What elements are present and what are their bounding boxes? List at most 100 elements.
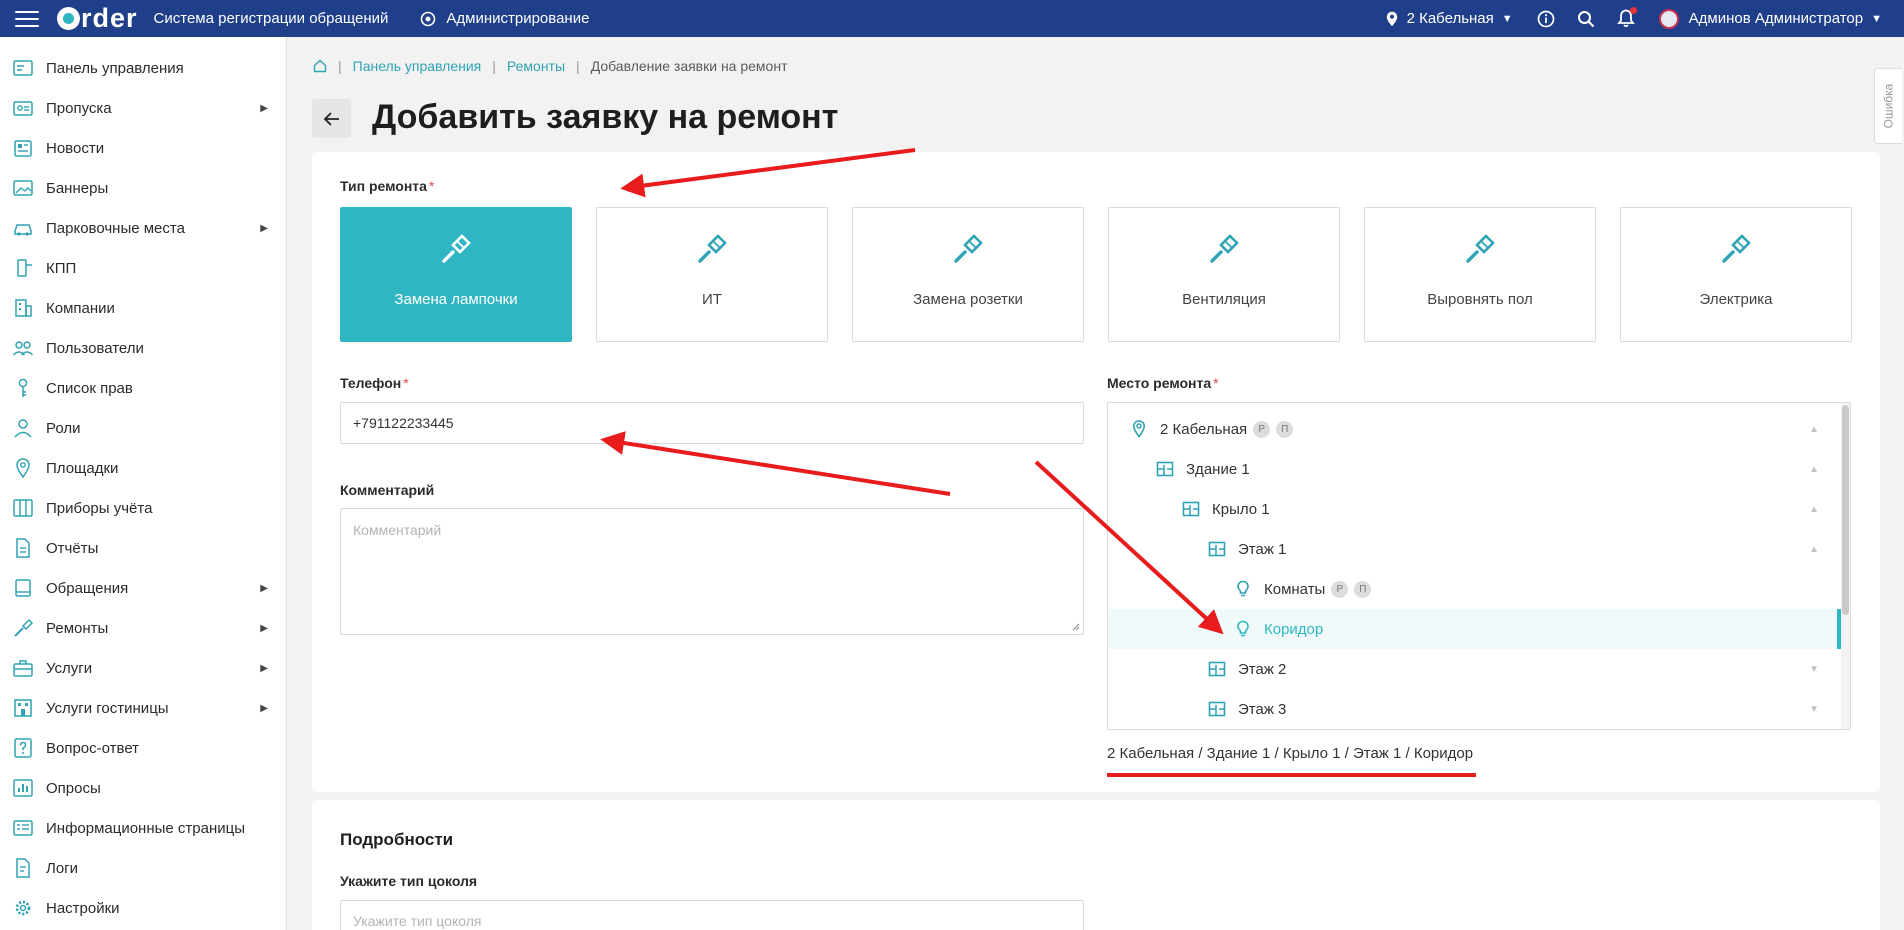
sidebar-item[interactable]: КПП xyxy=(0,248,286,288)
sidebar-item[interactable]: Площадки xyxy=(0,448,286,488)
sidebar-item[interactable]: Настройки xyxy=(0,888,286,928)
breadcrumb-dashboard[interactable]: Панель управления xyxy=(353,58,482,74)
administration-label: Администрирование xyxy=(446,10,590,27)
poll-icon xyxy=(12,777,34,799)
collapse-arrow-icon[interactable]: ▲ xyxy=(1809,464,1819,475)
info-icon[interactable] xyxy=(1537,10,1555,28)
back-button[interactable] xyxy=(312,99,351,138)
comment-label: Комментарий xyxy=(340,482,434,498)
lightbulb-icon xyxy=(1234,580,1252,598)
required-mark: * xyxy=(428,178,435,194)
sidebar-item[interactable]: Новости xyxy=(0,128,286,168)
meter-icon xyxy=(12,497,34,519)
repair-type-tile[interactable]: Вентиляция xyxy=(1108,207,1340,342)
tree-node[interactable]: Комнаты Р П xyxy=(1108,569,1841,609)
question-icon xyxy=(12,737,34,759)
expand-arrow-icon[interactable]: ▼ xyxy=(1809,704,1819,715)
administration-link[interactable]: Администрирование xyxy=(420,10,589,27)
repair-type-label: Вентиляция xyxy=(1182,291,1266,308)
phone-input[interactable]: +791122233445 xyxy=(340,402,1084,444)
sidebar-item[interactable]: Пользователи xyxy=(0,328,286,368)
tree-scroll-thumb[interactable] xyxy=(1842,405,1849,615)
tree-node[interactable]: Здание 1 ▲ xyxy=(1108,449,1841,489)
sidebar-item[interactable]: Услуги ▶ xyxy=(0,648,286,688)
checkpoint-icon xyxy=(12,257,34,279)
sidebar-item-label: Информационные страницы xyxy=(46,819,246,837)
collapse-arrow-icon[interactable]: ▲ xyxy=(1809,504,1819,515)
repair-type-tile[interactable]: Замена лампочки xyxy=(340,207,572,342)
tree-badge: Р xyxy=(1253,420,1271,438)
screwdriver-icon xyxy=(12,617,34,639)
error-tab-label: Ошибка xyxy=(1881,83,1896,129)
breadcrumb: | Панель управления | Ремонты | Добавлен… xyxy=(313,58,788,74)
collapse-arrow-icon[interactable]: ▲ xyxy=(1809,544,1819,555)
home-icon[interactable] xyxy=(313,59,327,73)
sidebar-item[interactable]: Вопрос-ответ xyxy=(0,728,286,768)
sidebar-item[interactable]: Логи xyxy=(0,848,286,888)
tree-node[interactable]: 2 Кабельная Р П ▲ xyxy=(1108,409,1841,449)
logo[interactable]: rder xyxy=(57,3,138,34)
sidebar-item[interactable]: Компании xyxy=(0,288,286,328)
pass-card-icon xyxy=(12,97,34,119)
expand-arrow-icon[interactable]: ▼ xyxy=(1809,664,1819,675)
sidebar-item-label: Компании xyxy=(46,299,115,317)
search-icon[interactable] xyxy=(1577,10,1595,28)
briefcase-icon xyxy=(12,657,34,679)
repair-type-tile[interactable]: ИТ xyxy=(596,207,828,342)
tree-node-label: Здание 1 xyxy=(1186,460,1250,478)
app-title: Система регистрации обращений xyxy=(153,10,389,27)
tree-scrollbar[interactable] xyxy=(1841,403,1850,729)
user-icon xyxy=(12,417,34,439)
settings-icon xyxy=(421,11,436,26)
screwdriver-icon xyxy=(692,230,732,270)
repair-form-card: Тип ремонта * Замена лампочки ИТ Замена роз… xyxy=(312,152,1880,792)
collapse-arrow-icon[interactable]: ▲ xyxy=(1809,424,1819,435)
repair-type-list: Замена лампочки ИТ Замена розетки Вентиляци… xyxy=(340,207,1852,342)
socket-type-input[interactable]: Укажите тип цоколя xyxy=(340,900,1084,930)
sidebar-item[interactable]: Информационные страницы xyxy=(0,808,286,848)
comment-textarea[interactable]: Комментарий xyxy=(340,508,1084,635)
tree-node[interactable]: Крыло 1 ▲ xyxy=(1108,489,1841,529)
sidebar-item[interactable]: Опросы xyxy=(0,768,286,808)
repair-type-tile[interactable]: Электрика xyxy=(1620,207,1852,342)
sidebar-item[interactable]: Приборы учёта xyxy=(0,488,286,528)
tree-node[interactable]: Этаж 3 ▼ xyxy=(1108,689,1841,729)
phone-label-text: Телефон xyxy=(340,375,402,391)
tree-node[interactable]: Этаж 2 ▼ xyxy=(1108,649,1841,689)
sidebar-item[interactable]: Баннеры xyxy=(0,168,286,208)
location-tree: 2 Кабельная Р П ▲ Здание 1 ▲ Крыло 1 ▲ Этаж 1 ▲ Ко… xyxy=(1107,402,1851,730)
sidebar-item[interactable]: Роли xyxy=(0,408,286,448)
menu-icon[interactable] xyxy=(15,10,39,27)
submenu-arrow-icon: ▶ xyxy=(260,662,268,674)
sidebar-item[interactable]: Отчёты xyxy=(0,528,286,568)
dashboard-icon xyxy=(12,57,34,79)
breadcrumb-current: Добавление заявки на ремонт xyxy=(590,58,788,74)
sidebar-item[interactable]: Парковочные места ▶ xyxy=(0,208,286,248)
details-title: Подробности xyxy=(340,830,454,849)
user-menu[interactable]: Админов Администратор ▼ xyxy=(1658,8,1882,29)
breadcrumb-separator: | xyxy=(576,58,580,74)
sidebar-item[interactable]: Пропуска ▶ xyxy=(0,88,286,128)
tree-node[interactable]: Этаж 1 ▲ xyxy=(1108,529,1841,569)
sidebar-item[interactable]: Панель управления xyxy=(0,48,286,88)
sidebar-item[interactable]: Обращения ▶ xyxy=(0,568,286,608)
repair-type-tile[interactable]: Замена розетки xyxy=(852,207,1084,342)
location-selector[interactable]: 2 Кабельная ▼ xyxy=(1386,10,1513,27)
logo-text: rder xyxy=(81,3,138,33)
tree-node[interactable]: Коридор xyxy=(1108,609,1841,649)
sidebar-item[interactable]: Ремонты ▶ xyxy=(0,608,286,648)
users-icon xyxy=(12,337,34,359)
error-report-tab[interactable]: Ошибка xyxy=(1874,68,1902,144)
sidebar-item-label: Площадки xyxy=(46,459,119,477)
sidebar-item-label: Настройки xyxy=(46,899,120,917)
notification-bell-icon[interactable] xyxy=(1616,7,1637,28)
repair-type-label: Выровнять пол xyxy=(1427,291,1533,308)
repair-type-tile[interactable]: Выровнять пол xyxy=(1364,207,1596,342)
breadcrumb-repairs[interactable]: Ремонты xyxy=(507,58,565,74)
sidebar-item[interactable]: Услуги гостиницы ▶ xyxy=(0,688,286,728)
user-name: Админов Администратор xyxy=(1688,10,1864,27)
phone-label: Телефон * xyxy=(340,375,409,391)
resize-handle-icon[interactable] xyxy=(1072,623,1080,631)
sidebar-item[interactable]: Список прав xyxy=(0,368,286,408)
screwdriver-icon xyxy=(1716,230,1756,270)
